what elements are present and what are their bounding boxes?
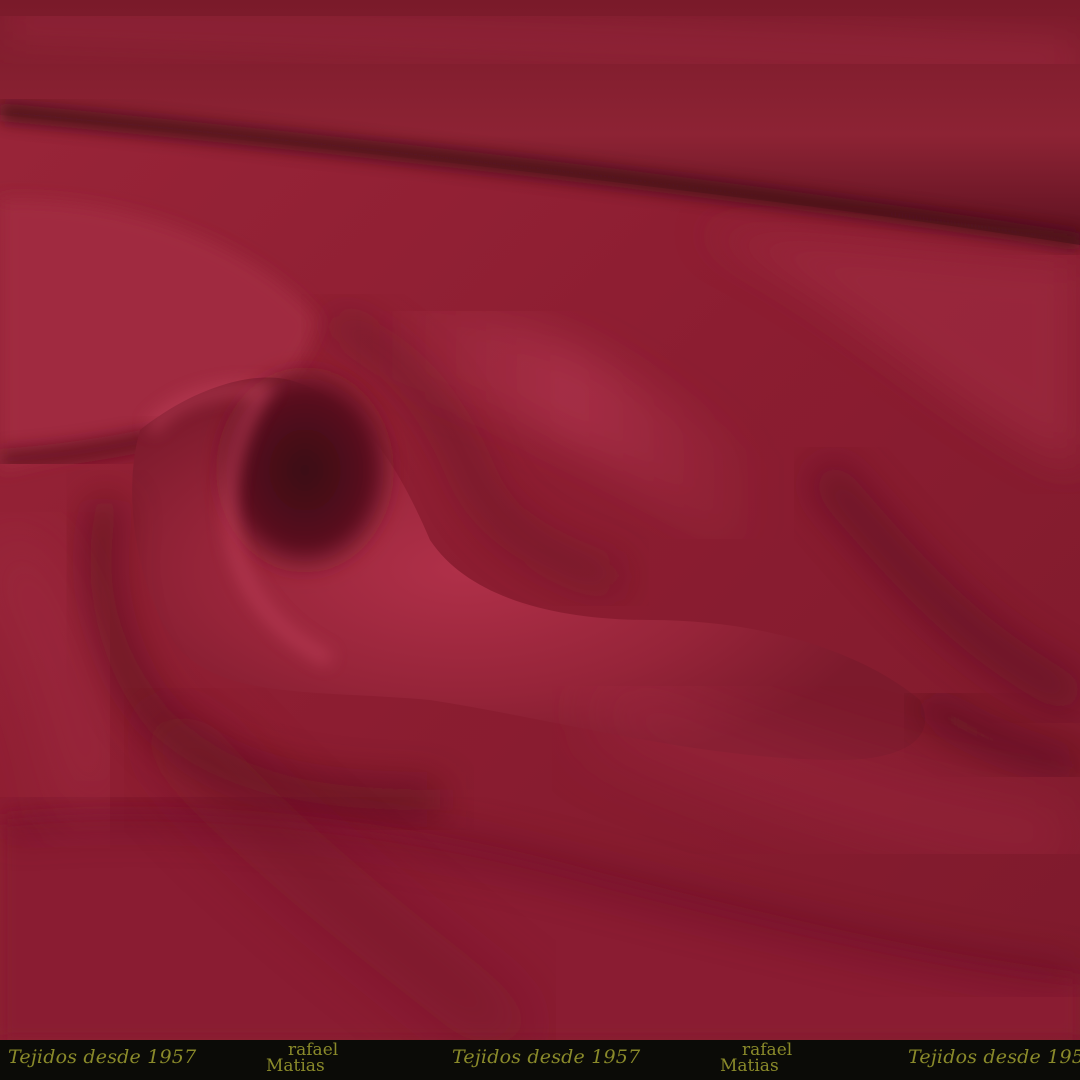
tagline-text: Tejidos desde 1957 <box>8 1046 197 1068</box>
watermark-footer-bar: Tejidos desde 1957 rafael Matias Tejidos… <box>0 1040 1080 1080</box>
brand-logo: rafael Matias <box>266 1042 346 1078</box>
brand-logo: rafael Matias <box>720 1042 800 1078</box>
logo-line-2: Matias <box>266 1056 325 1076</box>
logo-line-2: Matias <box>720 1056 779 1076</box>
tagline-text: Tejidos desde 1957 <box>452 1046 641 1068</box>
tagline-text: Tejidos desde 1957 <box>908 1046 1080 1068</box>
satin-fabric-photo <box>0 0 1080 1040</box>
